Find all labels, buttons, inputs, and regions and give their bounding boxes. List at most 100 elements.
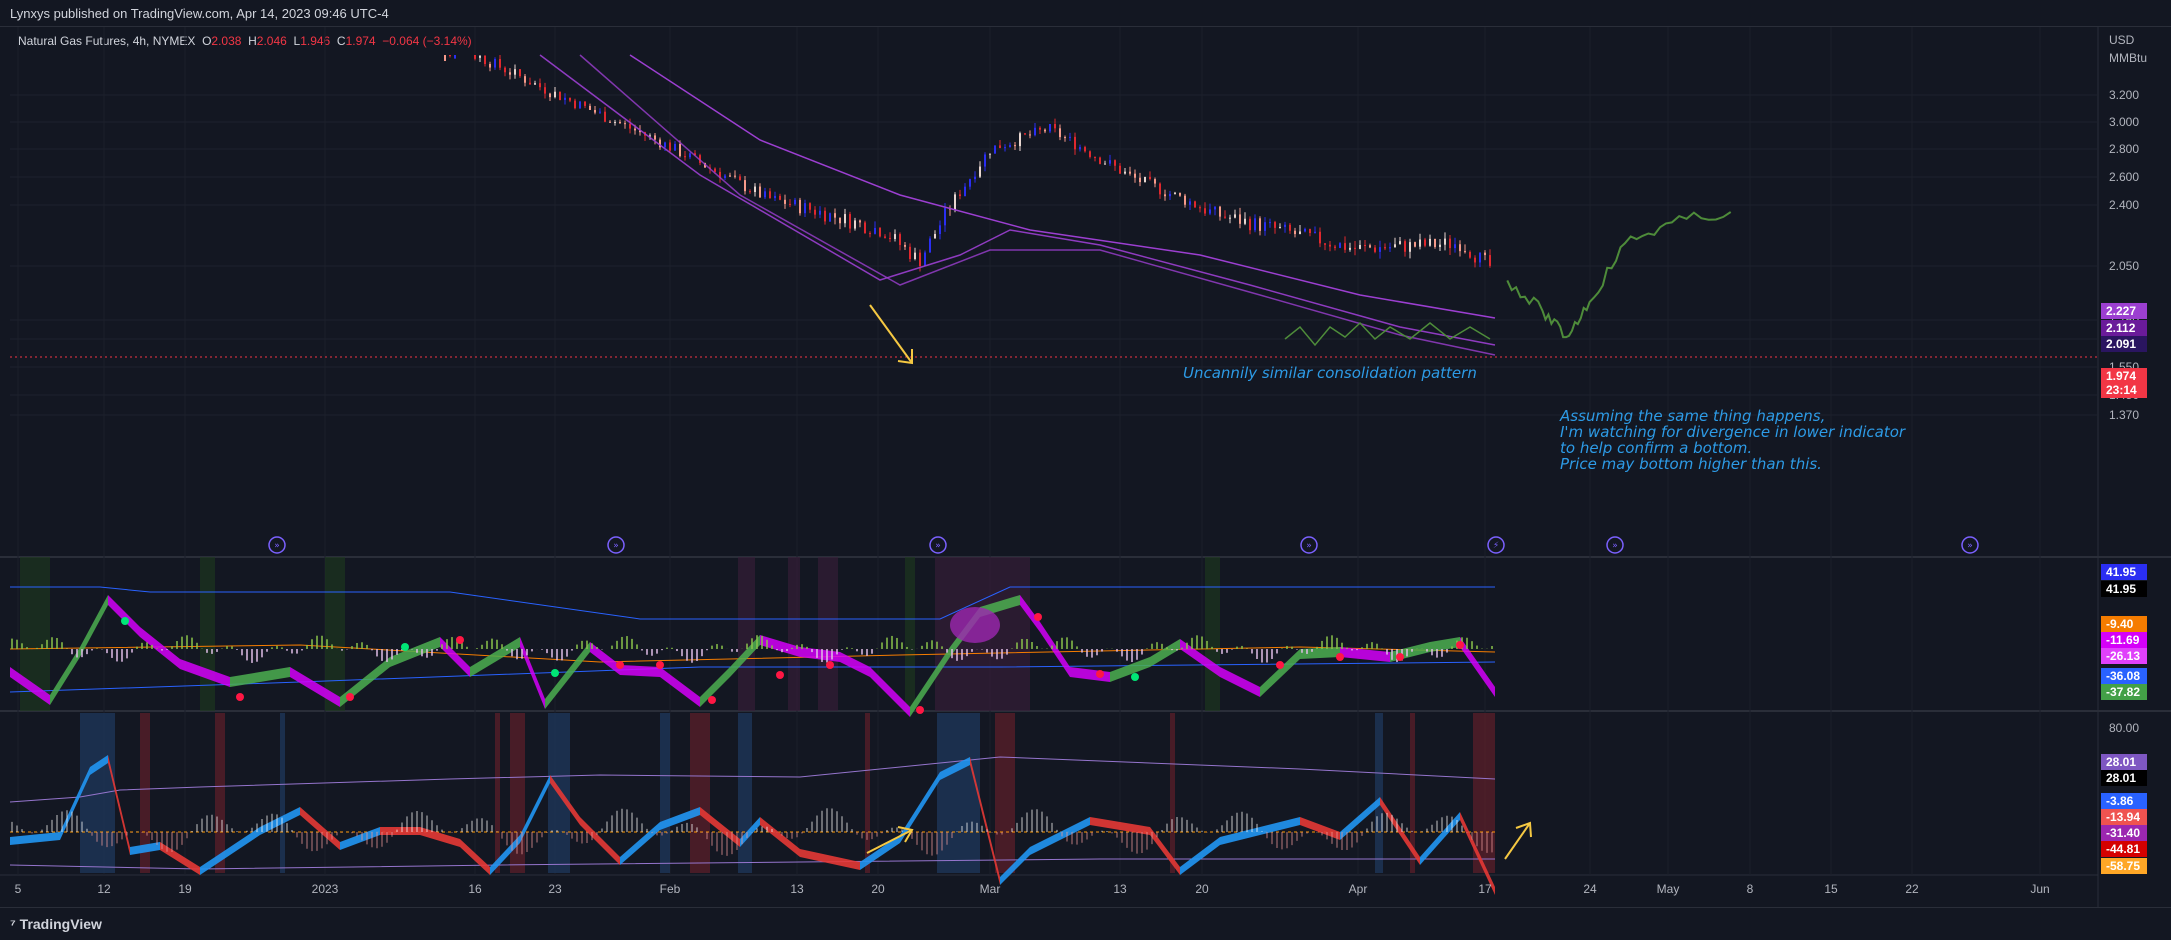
candle-body bbox=[1379, 247, 1381, 252]
oscillator-segment bbox=[870, 667, 910, 717]
oscillator-segment bbox=[1300, 817, 1340, 840]
candle-body bbox=[1069, 136, 1071, 138]
candle-body bbox=[894, 234, 896, 239]
oscillator-segment bbox=[1420, 812, 1460, 865]
candle-body bbox=[954, 194, 956, 210]
candle-body bbox=[1134, 173, 1136, 178]
candle-body bbox=[574, 100, 576, 109]
candle-body bbox=[929, 238, 931, 253]
candle-body bbox=[1059, 128, 1061, 138]
candle-body bbox=[989, 153, 991, 155]
candle-body bbox=[679, 143, 681, 157]
candle-body bbox=[1279, 226, 1281, 228]
indicator-band bbox=[738, 557, 755, 711]
time-tick-label: 24 bbox=[1583, 882, 1597, 896]
candle-body bbox=[1459, 244, 1461, 252]
candle-body bbox=[819, 210, 821, 215]
candle-body bbox=[1009, 145, 1011, 148]
candle-body bbox=[884, 236, 886, 238]
candle-body bbox=[1194, 201, 1196, 208]
candle-body bbox=[569, 97, 571, 101]
candle-body bbox=[1114, 160, 1116, 166]
candle-body bbox=[504, 67, 506, 73]
indicator-tag-label: -11.69 bbox=[2106, 633, 2140, 647]
candle-body bbox=[624, 123, 626, 125]
candle-body bbox=[939, 225, 941, 235]
indicator-tag-label: -9.40 bbox=[2106, 617, 2134, 631]
oscillator-segment bbox=[440, 637, 470, 677]
tradingview-logo[interactable]: ⁷ TradingView bbox=[10, 916, 102, 932]
candle-body bbox=[519, 69, 521, 77]
candle-body bbox=[979, 166, 981, 177]
oscillator-segment bbox=[1150, 827, 1180, 875]
candle-body bbox=[1314, 231, 1316, 234]
candle-body bbox=[754, 186, 756, 193]
consolidation-overlay bbox=[1284, 321, 1491, 347]
oscillator-segment bbox=[620, 665, 660, 677]
oscillator-segment bbox=[1390, 642, 1430, 662]
signal-dot bbox=[916, 706, 924, 714]
candle-body bbox=[1274, 222, 1276, 228]
time-tick-label: 16 bbox=[468, 882, 482, 896]
candle-body bbox=[1479, 252, 1481, 263]
candle-body bbox=[1489, 255, 1491, 266]
down-arrow-1 bbox=[869, 304, 913, 364]
candle-body bbox=[994, 145, 996, 154]
candle-body bbox=[1214, 206, 1216, 210]
candle-body bbox=[669, 142, 671, 151]
indicator-tag-label: 28.01 bbox=[2106, 771, 2136, 785]
time-tick-label: 17 bbox=[1478, 882, 1492, 896]
candle-body bbox=[1329, 244, 1331, 247]
candle-body bbox=[544, 87, 546, 94]
candle-body bbox=[684, 156, 686, 158]
candle-body bbox=[1084, 147, 1086, 152]
candle-body bbox=[844, 214, 846, 224]
candle-body bbox=[689, 153, 691, 158]
candle-body bbox=[759, 186, 761, 198]
oscillator-segment bbox=[1340, 797, 1380, 840]
candle-body bbox=[524, 76, 526, 83]
indicator-band bbox=[1375, 713, 1383, 873]
chart-area[interactable]: » » » » ⚡ » » 3.200 3.000 2.800 2.600 2.400 2.050 1.… bbox=[0, 27, 2171, 907]
candle-body bbox=[914, 252, 916, 259]
publisher-text: Lynxys published on TradingView.com, Apr… bbox=[10, 6, 389, 21]
footer-bar: ⁷ TradingView bbox=[0, 907, 2171, 940]
candle-body bbox=[1454, 244, 1456, 249]
candle-body bbox=[964, 186, 966, 197]
candle-body bbox=[1244, 218, 1246, 224]
time-tick-label: 2023 bbox=[312, 882, 339, 896]
indicator-tag-label: -44.81 bbox=[2106, 842, 2140, 856]
candle-body bbox=[449, 55, 451, 56]
candle-body bbox=[1414, 242, 1416, 247]
time-axis[interactable]: 5 12 19 2023 16 23 Feb 13 20 Mar 13 20 Apr 17 24 May 8 15… bbox=[15, 882, 2050, 896]
candle-body bbox=[1064, 137, 1066, 139]
candle-body bbox=[454, 55, 456, 59]
candle-body bbox=[774, 195, 776, 199]
candle-body bbox=[664, 142, 666, 148]
candle-body bbox=[1334, 246, 1336, 248]
candle-body bbox=[814, 209, 816, 215]
signal-dot bbox=[1336, 653, 1344, 661]
oscillator-segment bbox=[580, 817, 620, 865]
event-markers[interactable]: » » » » ⚡ » » bbox=[268, 536, 1979, 554]
indicator-band bbox=[1205, 557, 1220, 711]
candle-body bbox=[1219, 206, 1221, 217]
candle-body bbox=[609, 121, 611, 123]
candle-body bbox=[1404, 241, 1406, 252]
indicator-band bbox=[818, 557, 838, 711]
oscillator-segment bbox=[1300, 647, 1340, 659]
candle-body bbox=[859, 220, 861, 223]
candle-body bbox=[594, 109, 596, 113]
time-tick-label: 19 bbox=[178, 882, 192, 896]
candle-body bbox=[1309, 228, 1311, 234]
event-marker-glyph: » bbox=[613, 541, 619, 551]
candle-body bbox=[499, 58, 501, 68]
chart-canvas[interactable]: » » » » ⚡ » » 3.200 3.000 2.800 2.600 2.400 2.050 1.… bbox=[0, 27, 2171, 907]
candle-body bbox=[629, 123, 631, 129]
oscillator-segment bbox=[1430, 637, 1460, 652]
candle-body bbox=[1109, 160, 1111, 164]
candle-body bbox=[604, 111, 606, 122]
oscillator-segment bbox=[50, 647, 80, 705]
candle-body bbox=[744, 180, 746, 192]
event-marker-glyph: » bbox=[1612, 541, 1618, 551]
